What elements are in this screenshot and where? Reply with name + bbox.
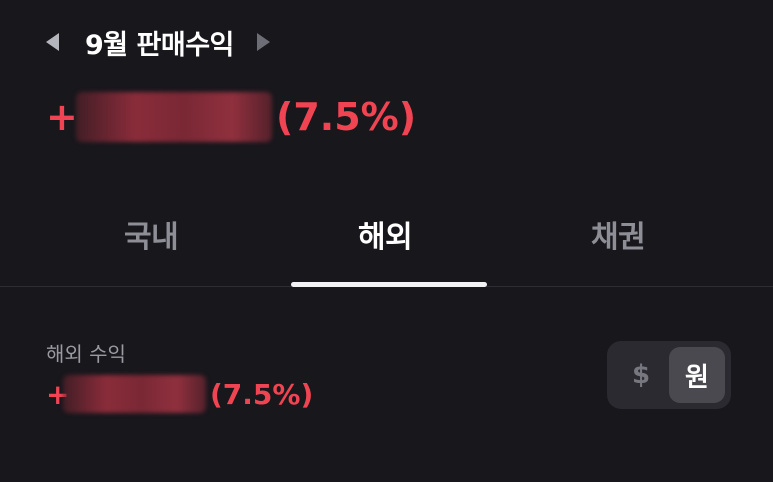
overseas-profit-percent: (7.5%): [210, 377, 314, 411]
tab-selected-indicator: [291, 282, 487, 287]
total-profit-percent: (7.5%): [276, 95, 417, 139]
prev-month-arrow-icon[interactable]: [46, 33, 59, 51]
next-month-arrow-icon[interactable]: [256, 33, 270, 51]
currency-usd-button[interactable]: $: [613, 347, 669, 403]
overseas-profit-amount-blurred: [63, 375, 206, 413]
currency-toggle: $ 원: [607, 341, 731, 409]
total-profit-amount-blurred: [76, 92, 272, 142]
tab-domestic[interactable]: 국내: [124, 212, 179, 256]
tab-overseas[interactable]: 해외: [358, 212, 413, 256]
overseas-profit-label: 해외 수익: [46, 342, 126, 366]
total-profit: + (7.5%): [46, 90, 416, 144]
total-profit-sign: +: [46, 95, 78, 139]
month-title: 9월 판매수익: [85, 29, 234, 61]
currency-krw-button[interactable]: 원: [669, 347, 725, 403]
market-tabs: 국내 해외 채권: [0, 198, 773, 287]
month-navigator: 9월 판매수익: [46, 22, 270, 62]
app-screen: 9월 판매수익 + (7.5%) 국내 해외 채권 해외 수익 + (7.5%)…: [0, 0, 773, 482]
overseas-profit-sign: +: [46, 377, 70, 411]
overseas-profit-value: + (7.5%): [46, 374, 313, 414]
tab-bond[interactable]: 채권: [591, 212, 646, 256]
